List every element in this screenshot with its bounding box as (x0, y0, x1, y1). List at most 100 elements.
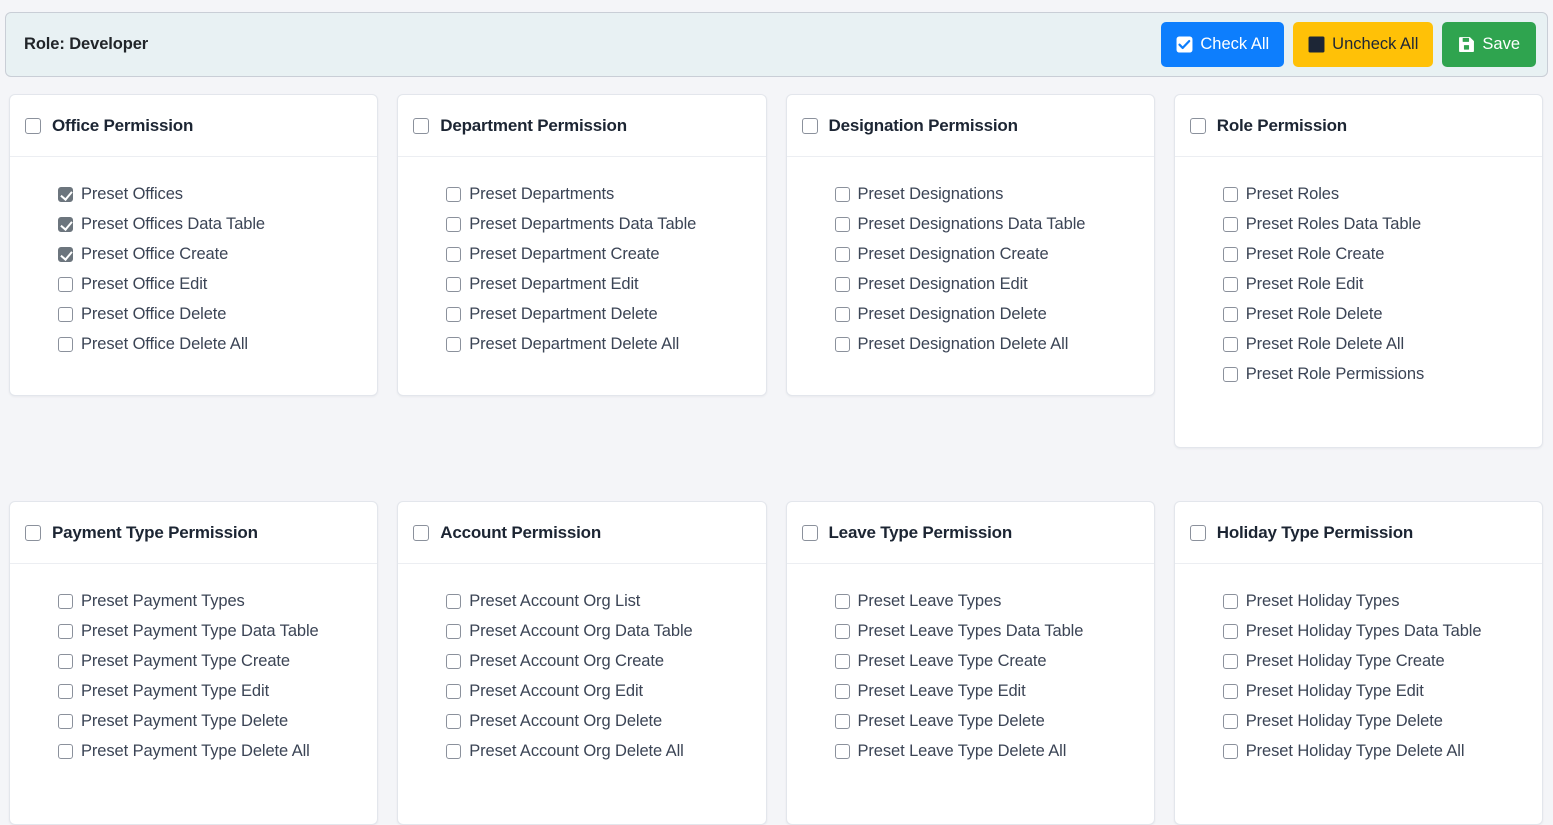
permission-checkbox[interactable] (58, 337, 73, 352)
permission-checkbox[interactable] (835, 654, 850, 669)
permission-row: Preset Account Org Delete All (446, 736, 755, 766)
permission-checkbox[interactable] (446, 187, 461, 202)
permission-checkbox[interactable] (446, 714, 461, 729)
permission-checkbox[interactable] (835, 307, 850, 322)
permission-checkbox[interactable] (835, 277, 850, 292)
permission-checkbox[interactable] (58, 654, 73, 669)
permission-checkbox[interactable] (835, 684, 850, 699)
role-header-bar: Role: Developer Check All Uncheck All (5, 12, 1548, 77)
permission-label: Preset Roles (1246, 185, 1339, 204)
permission-checkbox[interactable] (1223, 277, 1238, 292)
permission-row: Preset Leave Type Create (835, 646, 1144, 676)
permission-checkbox[interactable] (1223, 307, 1238, 322)
permission-checkbox[interactable] (446, 277, 461, 292)
group-checkbox-payment-type-permission[interactable] (25, 525, 41, 541)
permission-checkbox[interactable] (835, 217, 850, 232)
permission-row: Preset Role Edit (1223, 269, 1532, 299)
permission-checkbox[interactable] (58, 744, 73, 759)
card-header: Account Permission (398, 502, 765, 564)
permission-checkbox[interactable] (446, 684, 461, 699)
group-checkbox-office-permission[interactable] (25, 118, 41, 134)
permission-checkbox[interactable] (58, 187, 73, 202)
header-action-buttons: Check All Uncheck All Save (1161, 22, 1536, 67)
permission-checkbox[interactable] (58, 624, 73, 639)
permission-row: Preset Department Edit (446, 269, 755, 299)
group-checkbox-role-permission[interactable] (1190, 118, 1206, 134)
grid-column: Holiday Type Permission Preset Holiday T… (1165, 448, 1553, 825)
checked-checkbox-icon (1176, 36, 1193, 53)
permission-checkbox[interactable] (1223, 684, 1238, 699)
permission-label: Preset Account Org Data Table (469, 622, 692, 641)
permission-checkbox[interactable] (446, 337, 461, 352)
card-title: Leave Type Permission (829, 523, 1013, 543)
group-checkbox-holiday-type-permission[interactable] (1190, 525, 1206, 541)
group-checkbox-account-permission[interactable] (413, 525, 429, 541)
permission-checkbox[interactable] (1223, 594, 1238, 609)
permission-label: Preset Leave Types (858, 592, 1002, 611)
permission-checkbox[interactable] (446, 247, 461, 262)
permission-label: Preset Role Permissions (1246, 365, 1424, 384)
permission-checkbox[interactable] (835, 714, 850, 729)
permission-checkbox[interactable] (1223, 714, 1238, 729)
permission-checkbox[interactable] (58, 247, 73, 262)
permission-checkbox[interactable] (1223, 247, 1238, 262)
permission-card-department: Department Permission Preset Departments… (397, 94, 766, 396)
permission-row: Preset Department Delete (446, 299, 755, 329)
permission-checkbox[interactable] (1223, 654, 1238, 669)
permission-label: Preset Department Create (469, 245, 659, 264)
permission-row: Preset Account Org Edit (446, 676, 755, 706)
permission-checkbox[interactable] (446, 654, 461, 669)
permission-checkbox[interactable] (1223, 624, 1238, 639)
permission-label: Preset Payment Types (81, 592, 245, 611)
group-checkbox-leave-type-permission[interactable] (802, 525, 818, 541)
permission-checkbox[interactable] (835, 337, 850, 352)
permission-label: Preset Holiday Type Create (1246, 652, 1445, 671)
permission-checkbox[interactable] (58, 594, 73, 609)
grid-column: Designation Permission Preset Designatio… (777, 90, 1165, 396)
permission-checkbox[interactable] (58, 217, 73, 232)
permission-checkbox[interactable] (58, 714, 73, 729)
permission-label: Preset Departments (469, 185, 614, 204)
permission-label: Preset Holiday Type Edit (1246, 682, 1424, 701)
permission-checkbox[interactable] (1223, 744, 1238, 759)
permission-row: Preset Designation Delete (835, 299, 1144, 329)
group-checkbox-designation-permission[interactable] (802, 118, 818, 134)
group-checkbox-department-permission[interactable] (413, 118, 429, 134)
permission-label: Preset Payment Type Delete (81, 712, 288, 731)
permission-card-holiday-type: Holiday Type Permission Preset Holiday T… (1174, 501, 1543, 825)
permission-checkbox[interactable] (446, 744, 461, 759)
permission-checkbox[interactable] (1223, 367, 1238, 382)
card-header: Office Permission (10, 95, 377, 157)
permission-row: Preset Holiday Types Data Table (1223, 616, 1532, 646)
permission-row: Preset Designations Data Table (835, 209, 1144, 239)
permission-checkbox[interactable] (58, 684, 73, 699)
permission-checkbox[interactable] (1223, 337, 1238, 352)
card-body: Preset Departments Preset Departments Da… (398, 157, 765, 395)
permission-label: Preset Department Delete (469, 305, 657, 324)
permission-checkbox[interactable] (835, 594, 850, 609)
permission-checkbox[interactable] (835, 744, 850, 759)
permission-label: Preset Office Delete All (81, 335, 248, 354)
permission-checkbox[interactable] (58, 307, 73, 322)
card-body: Preset Holiday Types Preset Holiday Type… (1175, 564, 1542, 824)
permission-label: Preset Role Edit (1246, 275, 1364, 294)
permission-checkbox[interactable] (835, 624, 850, 639)
permission-checkbox[interactable] (446, 217, 461, 232)
permission-row: Preset Offices (58, 179, 367, 209)
permission-label: Preset Payment Type Create (81, 652, 290, 671)
permission-checkbox[interactable] (446, 307, 461, 322)
save-button[interactable]: Save (1442, 22, 1536, 67)
uncheck-all-button[interactable]: Uncheck All (1293, 22, 1433, 67)
permission-checkbox[interactable] (446, 594, 461, 609)
permission-checkbox[interactable] (1223, 187, 1238, 202)
permission-row: Preset Holiday Type Edit (1223, 676, 1532, 706)
permission-checkbox[interactable] (1223, 217, 1238, 232)
permission-row: Preset Leave Types (835, 586, 1144, 616)
permission-checkbox[interactable] (835, 247, 850, 262)
card-title: Account Permission (440, 523, 601, 543)
permission-checkbox[interactable] (446, 624, 461, 639)
permission-checkbox[interactable] (58, 277, 73, 292)
permission-row: Preset Departments (446, 179, 755, 209)
check-all-button[interactable]: Check All (1161, 22, 1284, 67)
permission-checkbox[interactable] (835, 187, 850, 202)
